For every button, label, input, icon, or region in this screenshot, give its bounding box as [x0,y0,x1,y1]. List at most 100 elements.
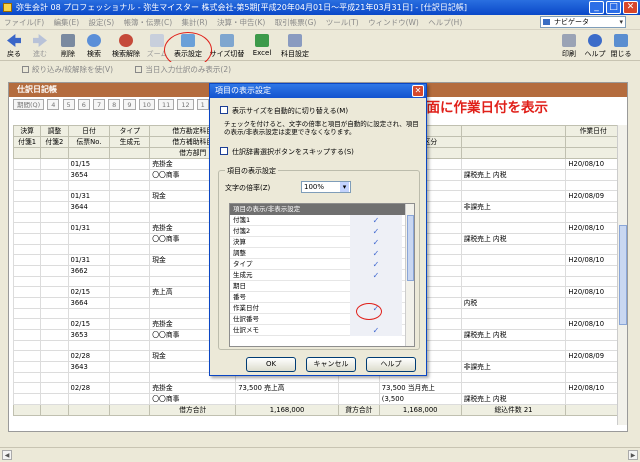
table-cell[interactable] [12,372,42,383]
table-cell[interactable] [12,244,42,255]
table-cell[interactable] [565,201,621,213]
table-cell[interactable] [109,201,151,213]
today-only-toggle[interactable]: 当日入力仕訳のみ表示(2) [135,65,231,74]
scroll-right-icon[interactable]: ▶ [628,450,638,460]
table-cell[interactable] [565,180,621,191]
table-cell[interactable] [565,372,621,383]
table-cell[interactable] [109,372,151,383]
table-cell[interactable] [109,158,151,170]
list-item[interactable]: 作業日付 ✓ [230,303,414,314]
table-cell[interactable] [460,265,567,277]
table-cell[interactable] [460,125,567,137]
table-cell[interactable] [460,372,567,383]
table-cell[interactable]: 3654 [67,169,111,181]
table-cell[interactable] [12,329,42,341]
table-row[interactable]: 〇〇商事 (3,500 課税売上 内税 [12,393,621,405]
table-cell[interactable] [67,372,111,383]
table-cell[interactable]: 73,500 売上高 [235,382,339,394]
table-cell[interactable] [12,276,42,287]
checkmark-icon[interactable] [350,281,402,292]
table-cell[interactable] [40,350,69,362]
table-cell[interactable]: 課税売上 内税 [460,329,567,341]
table-cell[interactable] [337,382,380,394]
scroll-left-icon[interactable]: ◀ [2,450,12,460]
table-cell[interactable] [40,393,69,405]
table-cell[interactable] [12,190,42,202]
menu-file[interactable]: ファイル(F) [4,18,44,27]
checkmark-icon[interactable]: ✓ [350,237,402,248]
table-cell[interactable] [565,308,621,319]
table-cell[interactable]: 調整 [40,125,69,137]
table-cell[interactable] [40,222,69,234]
table-cell[interactable] [109,318,151,330]
period-tab[interactable]: 6 [77,99,90,110]
forward-button[interactable]: 進む [30,34,50,60]
table-cell[interactable] [67,180,111,191]
table-cell[interactable] [109,244,151,255]
table-cell[interactable] [12,318,42,330]
table-cell[interactable]: 付箋2 [40,136,69,148]
table-cell[interactable] [109,222,151,234]
back-button[interactable]: 戻る [4,34,24,60]
table-cell[interactable] [12,297,42,309]
table-cell[interactable] [67,340,111,351]
help-button[interactable]: ヘルプ [584,34,606,60]
period-label[interactable]: 期間(Q) [13,99,45,110]
table-cell[interactable] [460,254,567,266]
list-item[interactable]: 付箋2 ✓ [230,226,414,237]
table-cell[interactable] [12,180,42,191]
table-cell[interactable]: 非課売上 [460,361,567,373]
table-cell[interactable] [67,404,111,416]
filter-toggle[interactable]: 絞り込み/絞解除を使(V) [22,65,113,74]
table-cell[interactable] [565,147,621,159]
cancel-button[interactable]: キャンセル [306,357,356,372]
vertical-scrollbar[interactable] [617,125,627,425]
account-settings-button[interactable]: 科目設定 [278,34,312,60]
period-tab[interactable]: 5 [62,99,75,110]
table-cell[interactable]: 02/28 [67,382,111,394]
table-cell[interactable] [460,158,567,170]
table-cell[interactable]: 貸方合計 [337,404,380,416]
excel-button[interactable]: Excel [250,34,274,60]
list-scroll-thumb[interactable] [407,215,414,281]
table-cell[interactable]: 02/28 [67,350,111,362]
table-cell[interactable]: 付箋1 [12,136,42,148]
table-cell[interactable]: H20/08/09 [565,350,621,362]
table-cell[interactable] [109,393,151,405]
table-cell[interactable] [109,265,151,277]
list-item[interactable]: 決算 ✓ [230,237,414,248]
table-cell[interactable] [40,212,69,223]
table-cell[interactable] [565,297,621,309]
table-cell[interactable]: 売掛金 [149,382,237,394]
table-cell[interactable] [12,222,42,234]
table-cell[interactable] [235,393,339,405]
table-cell[interactable] [40,308,69,319]
period-tab[interactable]: 8 [108,99,121,110]
checkmark-icon[interactable]: ✓ [350,226,402,237]
table-cell[interactable] [40,147,69,159]
table-cell[interactable] [460,212,567,223]
table-cell[interactable] [460,222,567,234]
skip-dictionary-checkbox[interactable]: 仕訳辞書選択ボタンをスキップする(S) [220,147,354,157]
scroll-thumb[interactable] [619,225,627,325]
list-item[interactable]: 生成元 ✓ [230,270,414,281]
table-row[interactable]: 02/28 売掛金 73,500 売上高 73,500 当月売上 H20/08/10 [12,382,621,394]
table-cell[interactable] [40,286,69,298]
table-cell[interactable] [460,244,567,255]
table-cell[interactable] [565,136,621,148]
list-item[interactable]: 期日 [230,281,414,292]
table-cell[interactable] [109,382,151,394]
table-cell[interactable]: 01/31 [67,222,111,234]
table-cell[interactable] [460,308,567,319]
table-footer-row[interactable]: 借方合計 1,168,000 貸方合計 1,168,000 総込件数 21 [12,404,621,416]
table-cell[interactable] [40,180,69,191]
table-cell[interactable] [40,233,69,245]
table-cell[interactable] [109,276,151,287]
table-cell[interactable] [12,350,42,362]
table-cell[interactable]: 借方合計 [149,404,237,416]
table-cell[interactable]: H20/08/10 [565,158,621,170]
list-item[interactable]: 番号 [230,292,414,303]
navigator-select[interactable]: ナビゲータ [540,16,626,28]
list-scrollbar[interactable] [405,204,414,346]
table-cell[interactable] [565,233,621,245]
